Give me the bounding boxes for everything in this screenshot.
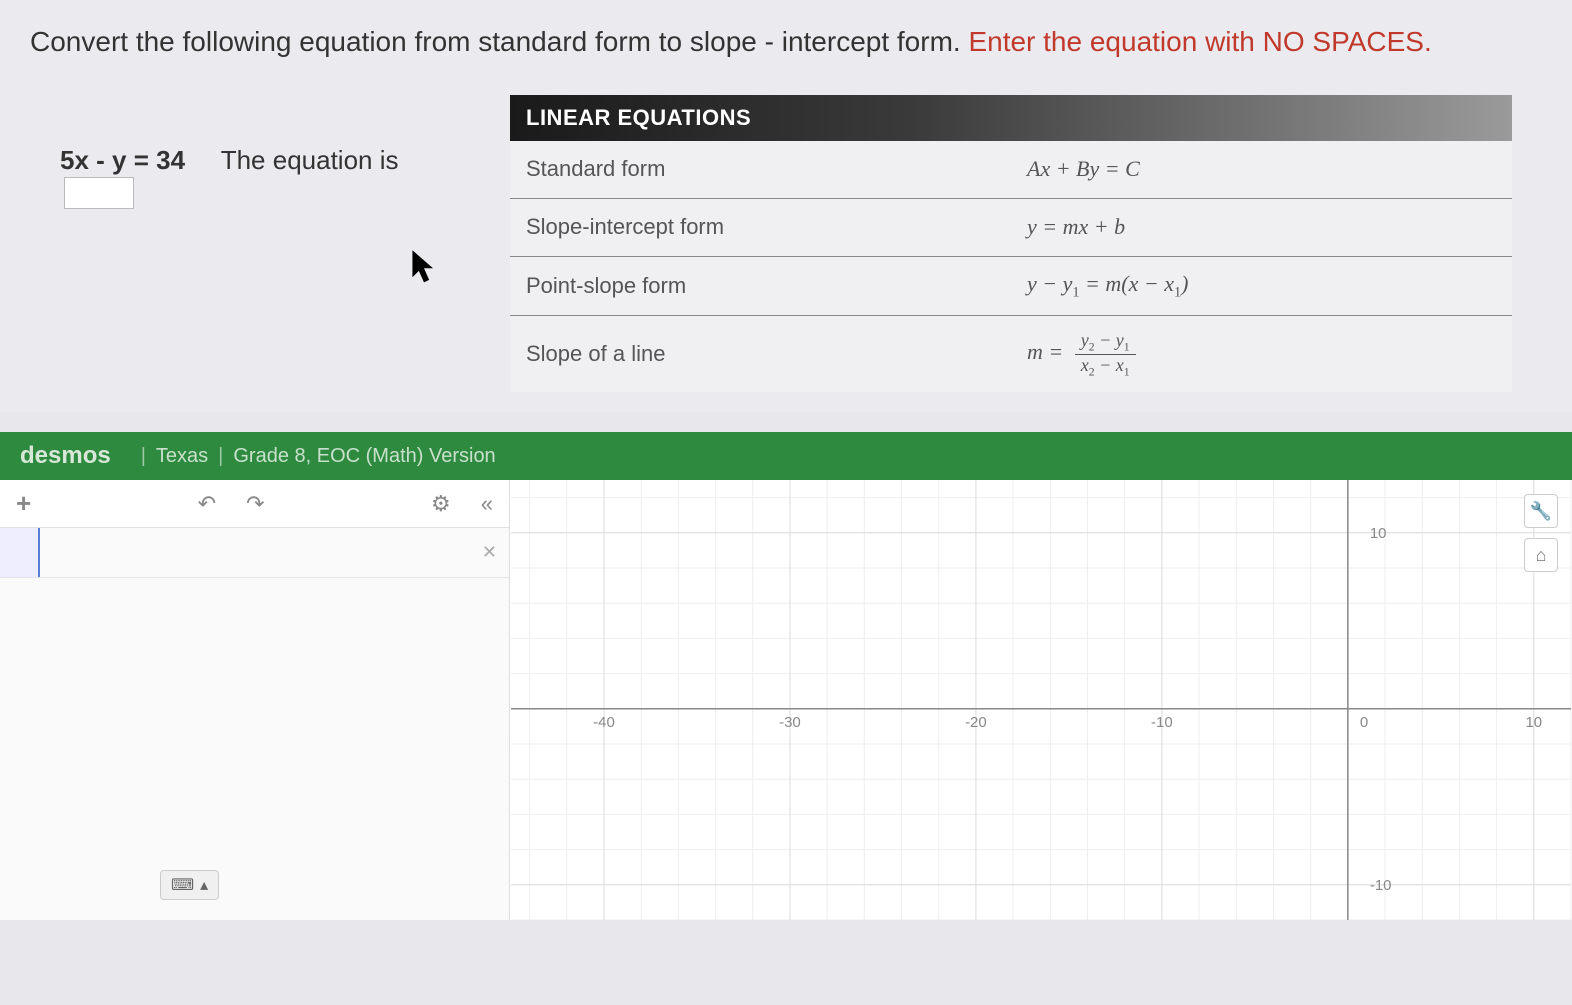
- delete-expression-button[interactable]: ✕: [470, 542, 509, 563]
- desmos-version: Grade 8, EOC (Math) Version: [233, 445, 495, 468]
- svg-text:-20: -20: [965, 714, 987, 731]
- keyboard-toggle-button[interactable]: ⌨ ▴: [160, 870, 219, 900]
- redo-button[interactable]: ↷: [246, 491, 264, 517]
- question-area: Convert the following equation from stan…: [0, 0, 1572, 412]
- desmos-region: Texas: [156, 445, 208, 468]
- desmos-calculator: + ↶ ↷ ⚙ « ✕ ⌨ ▴ -40 -30 -20 -10 0 10 -10 10 🔧 ⌂: [0, 480, 1572, 920]
- row-formula: y = mx + b: [1011, 200, 1512, 254]
- row-label: Standard form: [510, 142, 1011, 196]
- expression-row[interactable]: ✕: [0, 528, 509, 578]
- svg-text:10: 10: [1370, 525, 1387, 542]
- svg-text:0: 0: [1360, 714, 1368, 731]
- table-row: Slope of a line m = y2 − y1 x2 − x1: [510, 316, 1512, 392]
- coordinate-plane[interactable]: -40 -30 -20 -10 0 10 -10 10: [510, 480, 1572, 920]
- question-part2: Enter the equation with NO SPACES.: [968, 26, 1431, 57]
- table-row: Point-slope form y − y1 = m(x − x1): [510, 257, 1512, 316]
- table-row: Slope-intercept form y = mx + b: [510, 199, 1512, 257]
- svg-text:-10: -10: [1370, 877, 1392, 894]
- svg-text:-30: -30: [779, 714, 801, 731]
- cursor-icon: [410, 249, 480, 292]
- equation-section: 5x - y = 34 The equation is: [30, 95, 510, 292]
- answer-input[interactable]: [64, 177, 134, 209]
- row-label: Point-slope form: [510, 259, 1011, 313]
- expression-index: [0, 528, 40, 577]
- table-header: LINEAR EQUATIONS: [510, 95, 1512, 141]
- row-formula: Ax + By = C: [1011, 142, 1512, 196]
- graph-area[interactable]: -40 -30 -20 -10 0 10 -10 10 🔧 ⌂: [510, 480, 1572, 920]
- row-formula: y − y1 = m(x − x1): [1011, 257, 1512, 315]
- svg-text:-10: -10: [1151, 714, 1173, 731]
- row-label: Slope of a line: [510, 327, 1011, 381]
- separator: |: [218, 445, 223, 468]
- prompt-text: The equation is: [221, 145, 399, 175]
- settings-button[interactable]: ⚙: [431, 491, 451, 517]
- row-formula: m = y2 − y1 x2 − x1: [1011, 316, 1512, 392]
- svg-text:10: 10: [1525, 714, 1542, 731]
- undo-button[interactable]: ↶: [198, 491, 216, 517]
- wrench-button[interactable]: 🔧: [1524, 494, 1558, 528]
- home-button[interactable]: ⌂: [1524, 538, 1558, 572]
- desmos-header-bar: desmos | Texas | Grade 8, EOC (Math) Ver…: [0, 432, 1572, 480]
- question-text: Convert the following equation from stan…: [30, 20, 1542, 65]
- keyboard-icon: ⌨: [171, 875, 194, 895]
- graph-controls: 🔧 ⌂: [1524, 494, 1558, 572]
- content-row: 5x - y = 34 The equation is LINEAR EQUAT…: [30, 95, 1542, 393]
- question-part1: Convert the following equation from stan…: [30, 26, 968, 57]
- collapse-panel-button[interactable]: «: [481, 491, 493, 517]
- given-equation: 5x - y = 34: [60, 145, 185, 175]
- separator: |: [141, 445, 146, 468]
- table-row: Standard form Ax + By = C: [510, 141, 1512, 199]
- expression-panel: + ↶ ↷ ⚙ « ✕ ⌨ ▴: [0, 480, 510, 920]
- expression-toolbar: + ↶ ↷ ⚙ «: [0, 480, 509, 528]
- desmos-logo: desmos: [20, 442, 111, 470]
- row-label: Slope-intercept form: [510, 200, 1011, 254]
- linear-equations-table: LINEAR EQUATIONS Standard form Ax + By =…: [510, 95, 1512, 393]
- keyboard-arrow-icon: ▴: [200, 875, 208, 895]
- svg-text:-40: -40: [593, 714, 615, 731]
- add-expression-button[interactable]: +: [16, 488, 31, 519]
